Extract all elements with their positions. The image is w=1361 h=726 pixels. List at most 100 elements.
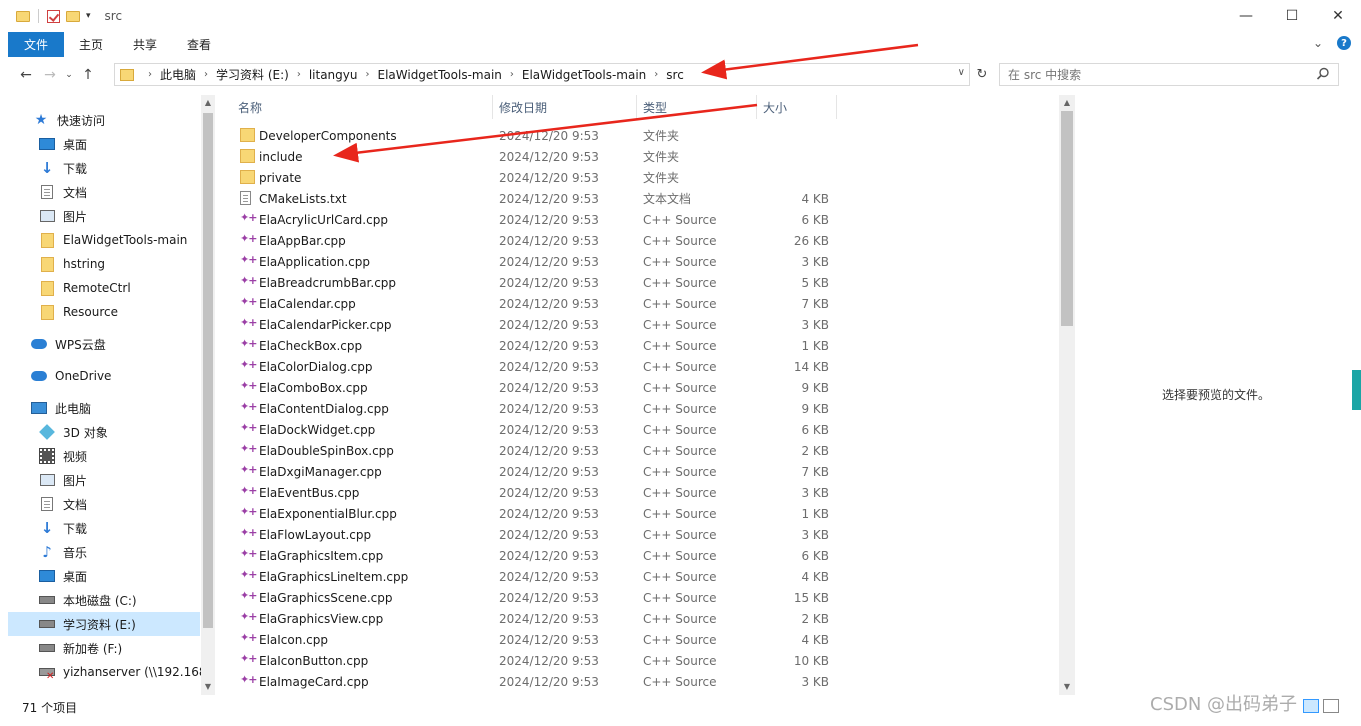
scroll-down-icon[interactable]: ▼ (1059, 679, 1075, 695)
table-row[interactable]: ✦+ ElaGraphicsView.cpp 2024/12/20 9:53 C++ … (235, 608, 835, 629)
nav-item-desktop[interactable]: 桌面 📌 (38, 132, 215, 156)
table-row[interactable]: private 2024/12/20 9:53 文件夹 (235, 167, 835, 188)
breadcrumb-separator-icon[interactable]: › (297, 69, 301, 80)
table-row[interactable]: ✦+ ElaExponentialBlur.cpp 2024/12/20 9:53 C… (235, 503, 835, 524)
column-divider[interactable] (756, 95, 757, 119)
table-row[interactable]: ✦+ ElaAppBar.cpp 2024/12/20 9:53 C++ Source… (235, 230, 835, 251)
breadcrumb-separator-icon[interactable]: › (365, 69, 369, 80)
nav-item-downloads-pc[interactable]: ↓ 下载 (38, 516, 215, 540)
nav-item-drive-c[interactable]: 本地磁盘 (C:) (38, 588, 215, 612)
breadcrumb-elawidgettools-main-inner[interactable]: ElaWidgetTools-main (522, 68, 646, 82)
tab-share[interactable]: 共享 (118, 32, 172, 57)
nav-item-drive-f[interactable]: 新加卷 (F:) (38, 636, 215, 660)
nav-item-resource[interactable]: Resource (38, 300, 215, 324)
nav-item-documents-pc[interactable]: 文档 (38, 492, 215, 516)
table-row[interactable]: ✦+ ElaDoubleSpinBox.cpp 2024/12/20 9:53 C++… (235, 440, 835, 461)
nav-wps-cloud[interactable]: WPS云盘 (30, 332, 215, 356)
table-row[interactable]: ✦+ ElaGraphicsItem.cpp 2024/12/20 9:53 C++ … (235, 545, 835, 566)
column-divider[interactable] (836, 95, 837, 119)
search-input[interactable] (1000, 64, 1300, 85)
table-row[interactable]: ✦+ ElaColorDialog.cpp 2024/12/20 9:53 C++ S… (235, 356, 835, 377)
nav-item-desktop-pc[interactable]: 桌面 (38, 564, 215, 588)
help-icon[interactable]: ? (1337, 36, 1351, 50)
up-arrow-icon[interactable]: ↑ (76, 67, 100, 83)
table-row[interactable]: ✦+ ElaFlowLayout.cpp 2024/12/20 9:53 C++ So… (235, 524, 835, 545)
close-button[interactable]: ✕ (1315, 0, 1361, 32)
file-list-scrollbar[interactable]: ▲ ▼ (1059, 95, 1075, 695)
breadcrumb-src[interactable]: src (666, 68, 684, 82)
large-icons-view-icon[interactable] (1323, 699, 1339, 713)
column-header-type[interactable]: 类型 (643, 95, 667, 119)
address-history-chevron-icon[interactable]: ∨ (958, 67, 965, 78)
minimize-button[interactable]: — (1223, 0, 1269, 32)
scrollbar-thumb[interactable] (203, 113, 213, 628)
column-header-date[interactable]: 修改日期 (499, 95, 547, 119)
nav-item-drive-e[interactable]: 学习资料 (E:) (8, 612, 200, 636)
tab-file[interactable]: 文件 (8, 32, 65, 57)
nav-item-pictures[interactable]: 图片 📌 (38, 204, 215, 228)
scrollbar-thumb[interactable] (1061, 111, 1073, 326)
customize-toolbar-chevron-icon[interactable]: ▾ (86, 11, 91, 21)
column-divider[interactable] (492, 95, 493, 119)
table-row[interactable]: ✦+ ElaBreadcrumbBar.cpp 2024/12/20 9:53 C++… (235, 272, 835, 293)
table-row[interactable]: ✦+ ElaAcrylicUrlCard.cpp 2024/12/20 9:53 C+… (235, 209, 835, 230)
tab-view[interactable]: 查看 (172, 32, 226, 57)
breadcrumb-separator-icon[interactable]: › (204, 69, 208, 80)
nav-item-elawidgettools-main[interactable]: ElaWidgetTools-main (38, 228, 215, 252)
table-row[interactable]: ✦+ ElaGraphicsScene.cpp 2024/12/20 9:53 C++… (235, 587, 835, 608)
nav-onedrive[interactable]: OneDrive (30, 364, 215, 388)
nav-item-music[interactable]: ♪ 音乐 (38, 540, 215, 564)
scroll-up-icon[interactable]: ▲ (1059, 95, 1075, 111)
recent-locations-chevron-icon[interactable]: ⌄ (62, 70, 76, 80)
breadcrumb-elawidgettools-main[interactable]: ElaWidgetTools-main (377, 68, 501, 82)
breadcrumb-litangyu[interactable]: litangyu (309, 68, 358, 82)
column-header-name[interactable]: 名称 (238, 95, 262, 119)
breadcrumb-drive-e[interactable]: 学习资料 (E:) (216, 66, 289, 83)
address-bar[interactable]: › 此电脑 › 学习资料 (E:) › litangyu › ElaWidget… (114, 63, 970, 86)
nav-quick-access[interactable]: ★ 快速访问 (32, 108, 215, 132)
nav-item-remotectrl[interactable]: RemoteCtrl (38, 276, 215, 300)
scroll-up-icon[interactable]: ▲ (201, 95, 215, 111)
nav-item-3d-objects[interactable]: 3D 对象 (38, 420, 215, 444)
details-view-icon[interactable] (1303, 699, 1319, 713)
table-row[interactable]: DeveloperComponents 2024/12/20 9:53 文件夹 (235, 125, 835, 146)
table-row[interactable]: ✦+ ElaImageCard.cpp 2024/12/20 9:53 C++ Sou… (235, 671, 835, 692)
back-arrow-icon[interactable]: ← (14, 67, 38, 83)
nav-scrollbar[interactable]: ▲ ▼ (201, 95, 215, 695)
nav-item-pictures-pc[interactable]: 图片 (38, 468, 215, 492)
new-folder-icon[interactable] (66, 10, 80, 22)
breadcrumb-this-pc[interactable]: 此电脑 (160, 66, 196, 83)
table-row[interactable]: ✦+ ElaComboBox.cpp 2024/12/20 9:53 C++ Sour… (235, 377, 835, 398)
nav-item-documents[interactable]: 文档 📌 (38, 180, 215, 204)
refresh-icon[interactable]: ↻ (972, 63, 992, 86)
table-row[interactable]: ✦+ ElaCalendarPicker.cpp 2024/12/20 9:53 C+… (235, 314, 835, 335)
nav-item-videos[interactable]: 视频 (38, 444, 215, 468)
nav-item-hstring[interactable]: hstring (38, 252, 215, 276)
table-row[interactable]: ✦+ ElaIcon.cpp 2024/12/20 9:53 C++ Source 4 … (235, 629, 835, 650)
table-row[interactable]: ✦+ ElaIconButton.cpp 2024/12/20 9:53 C++ So… (235, 650, 835, 671)
maximize-button[interactable]: ☐ (1269, 0, 1315, 32)
scroll-down-icon[interactable]: ▼ (201, 679, 215, 695)
nav-item-network-drive[interactable]: yizhanserver (\\192.168. (38, 660, 215, 684)
nav-this-pc[interactable]: 此电脑 (30, 396, 215, 420)
column-header-size[interactable]: 大小 (763, 95, 787, 119)
breadcrumb-separator-icon[interactable]: › (148, 69, 152, 80)
table-row[interactable]: ✦+ ElaEventBus.cpp 2024/12/20 9:53 C++ Sour… (235, 482, 835, 503)
table-row[interactable]: ✦+ ElaDockWidget.cpp 2024/12/20 9:53 C++ So… (235, 419, 835, 440)
breadcrumb-separator-icon[interactable]: › (510, 69, 514, 80)
search-icon[interactable] (1316, 67, 1330, 84)
table-row[interactable]: ✦+ ElaContentDialog.cpp 2024/12/20 9:53 C++… (235, 398, 835, 419)
properties-icon[interactable] (47, 9, 60, 23)
table-row[interactable]: CMakeLists.txt 2024/12/20 9:53 文本文档 4 KB (235, 188, 835, 209)
table-row[interactable]: ✦+ ElaGraphicsLineItem.cpp 2024/12/20 9:53… (235, 566, 835, 587)
table-row[interactable]: ✦+ ElaCalendar.cpp 2024/12/20 9:53 C++ Sour… (235, 293, 835, 314)
table-row[interactable]: ✦+ ElaCheckBox.cpp 2024/12/20 9:53 C++ Sour… (235, 335, 835, 356)
nav-item-downloads[interactable]: ↓ 下载 📌 (38, 156, 215, 180)
expand-ribbon-chevron-icon[interactable]: ⌄ (1313, 36, 1323, 50)
tab-home[interactable]: 主页 (64, 32, 118, 57)
table-row[interactable]: include 2024/12/20 9:53 文件夹 (235, 146, 835, 167)
table-row[interactable]: ✦+ ElaDxgiManager.cpp 2024/12/20 9:53 C++ S… (235, 461, 835, 482)
breadcrumb-separator-icon[interactable]: › (654, 69, 658, 80)
table-row[interactable]: ✦+ ElaApplication.cpp 2024/12/20 9:53 C++ S… (235, 251, 835, 272)
forward-arrow-icon[interactable]: → (38, 67, 62, 83)
